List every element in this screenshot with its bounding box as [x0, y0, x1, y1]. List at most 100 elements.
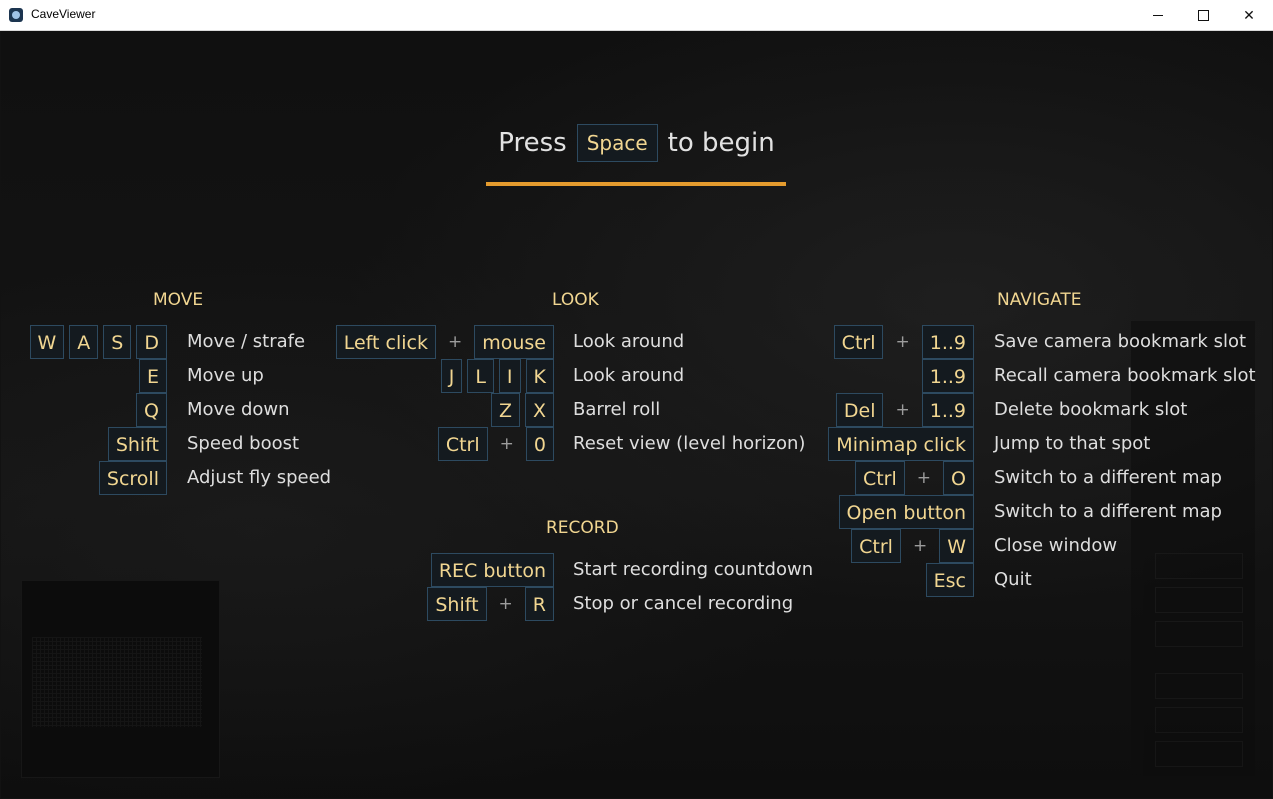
- key-combo: Shift + R: [427, 587, 554, 621]
- title-bar: CaveViewer ✕: [0, 0, 1273, 31]
- shortcut-description: Close window: [994, 535, 1118, 556]
- maximize-button[interactable]: [1180, 0, 1226, 31]
- shortcut-description: Jump to that spot: [994, 433, 1151, 454]
- move-shortcut-row: WASD: [29, 325, 167, 359]
- navigate-shortcut-row: Del +1..9: [835, 393, 974, 427]
- to-begin-label: to begin: [667, 128, 775, 158]
- plus-sign: +: [895, 400, 910, 420]
- look-shortcut-row: JLIK: [440, 359, 554, 393]
- navigate-shortcut-row: Open button: [838, 495, 974, 529]
- ghost-button: [1155, 673, 1243, 699]
- key-cap: E: [138, 359, 167, 393]
- key-cap: X: [524, 393, 554, 427]
- key-cap: D: [136, 325, 167, 359]
- key-combo: Left click + mouse: [335, 325, 554, 359]
- shortcut-description: Move up: [187, 365, 264, 386]
- plus-sign: +: [895, 332, 910, 352]
- key-cap: Del: [835, 393, 884, 427]
- caveviewer-window: CaveViewer ✕ Press Space to begin MOVE L…: [0, 0, 1273, 799]
- press-label: Press: [498, 128, 567, 158]
- maximize-icon: [1197, 10, 1209, 21]
- key-cap: S: [103, 325, 132, 359]
- key-combo: JLIK: [440, 359, 554, 393]
- shortcut-description: Speed boost: [187, 433, 300, 454]
- key-cap: W: [29, 325, 65, 359]
- minimize-button[interactable]: [1135, 0, 1181, 31]
- look-shortcut-row: Ctrl +0: [437, 427, 554, 461]
- shortcut-description: Look around: [573, 331, 685, 352]
- shortcut-description: Switch to a different map: [994, 467, 1222, 488]
- record-heading: RECORD: [546, 518, 619, 538]
- shortcut-description: Start recording countdown: [573, 559, 814, 580]
- look-heading: LOOK: [552, 290, 599, 310]
- shortcut-description: Switch to a different map: [994, 501, 1222, 522]
- key-cap: Minimap click: [828, 427, 974, 461]
- key-cap: 1..9: [921, 325, 974, 359]
- key-cap: mouse: [474, 325, 554, 359]
- key-cap: 1..9: [921, 359, 974, 393]
- key-cap: Z: [490, 393, 520, 427]
- look-shortcut-row: ZX: [490, 393, 554, 427]
- ghost-button: [1155, 553, 1243, 579]
- key-cap: Shift: [427, 587, 487, 621]
- key-cap: Shift: [107, 427, 167, 461]
- key-cap: J: [440, 359, 463, 393]
- app-icon: [9, 8, 23, 22]
- key-cap: REC button: [430, 553, 554, 587]
- shortcut-description: Reset view (level horizon): [573, 433, 806, 454]
- key-combo: 1..9: [921, 359, 974, 393]
- minimap[interactable]: [21, 580, 220, 778]
- key-combo: Del +1..9: [835, 393, 974, 427]
- shortcut-description: Adjust fly speed: [187, 467, 332, 488]
- move-heading: MOVE: [153, 290, 204, 310]
- key-combo: Ctrl +1..9: [833, 325, 974, 359]
- ghost-button: [1155, 621, 1243, 647]
- window-title: CaveViewer: [31, 7, 96, 21]
- shortcut-description: Barrel roll: [573, 399, 661, 420]
- key-cap: Open button: [838, 495, 974, 529]
- plus-sign: +: [498, 594, 513, 614]
- close-button[interactable]: ✕: [1226, 0, 1272, 31]
- prompt-underline: [486, 182, 786, 186]
- close-icon: ✕: [1243, 7, 1255, 24]
- key-combo: Q: [136, 393, 167, 427]
- space-key: Space: [576, 124, 658, 162]
- key-cap: W: [939, 529, 974, 563]
- plus-sign: +: [916, 468, 932, 488]
- look-shortcut-row: Left click + mouse: [335, 325, 554, 359]
- key-cap: Ctrl: [437, 427, 488, 461]
- key-cap: Q: [136, 393, 167, 427]
- key-combo: Esc: [925, 563, 974, 597]
- move-shortcut-row: Q: [136, 393, 167, 427]
- key-cap: R: [524, 587, 554, 621]
- cave-viewport[interactable]: Press Space to begin MOVE LOOK RECORD NA…: [1, 31, 1272, 798]
- shortcut-description: Stop or cancel recording: [573, 593, 794, 614]
- key-combo: Minimap click: [828, 427, 974, 461]
- shortcut-description: Recall camera bookmark slot: [994, 365, 1256, 386]
- key-combo: Ctrl + W: [851, 529, 974, 563]
- key-combo: Scroll: [98, 461, 167, 495]
- navigate-heading: NAVIGATE: [997, 290, 1082, 310]
- key-combo: E: [138, 359, 167, 393]
- key-combo: WASD: [29, 325, 167, 359]
- shortcut-description: Quit: [994, 569, 1032, 590]
- plus-sign: +: [912, 536, 928, 556]
- shortcut-description: Delete bookmark slot: [994, 399, 1188, 420]
- key-cap: Scroll: [98, 461, 167, 495]
- navigate-shortcut-row: Ctrl +1..9: [833, 325, 974, 359]
- navigate-shortcut-row: Esc: [925, 563, 974, 597]
- key-cap: L: [467, 359, 494, 393]
- key-cap: Left click: [335, 325, 436, 359]
- ghost-button: [1155, 707, 1243, 733]
- key-combo: REC button: [430, 553, 554, 587]
- ghost-button: [1155, 587, 1243, 613]
- plus-sign: +: [447, 332, 463, 352]
- minimap-grid: [32, 637, 202, 727]
- minimize-icon: [1153, 15, 1163, 16]
- press-space-prompt: Press Space to begin: [1, 124, 1272, 162]
- shortcut-description: Look around: [573, 365, 685, 386]
- key-combo: Shift: [107, 427, 167, 461]
- key-cap: K: [525, 359, 554, 393]
- move-shortcut-row: Shift: [107, 427, 167, 461]
- key-cap: Ctrl: [851, 529, 901, 563]
